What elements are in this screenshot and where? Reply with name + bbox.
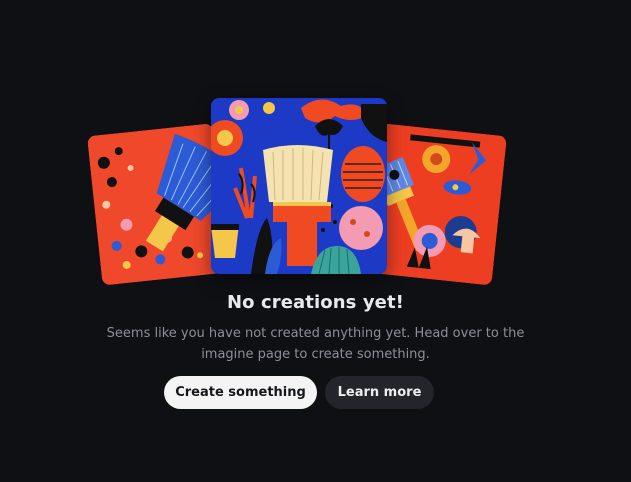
create-something-button[interactable]: Create something: [164, 376, 317, 409]
empty-state-description: Seems like you have not created anything…: [80, 323, 551, 365]
illustration-card-right: [366, 123, 507, 286]
empty-creations-page: No creations yet! Seems like you have no…: [0, 0, 631, 482]
learn-more-button[interactable]: Learn more: [325, 376, 434, 409]
illustration-card-left: [87, 123, 228, 286]
description-line-1: Seems like you have not created anything…: [106, 326, 525, 341]
illustration-stack: [0, 0, 631, 290]
description-line-2: imagine page to create something.: [201, 347, 430, 362]
empty-state-title: No creations yet!: [227, 292, 404, 313]
illustration-card-center: [211, 98, 387, 274]
